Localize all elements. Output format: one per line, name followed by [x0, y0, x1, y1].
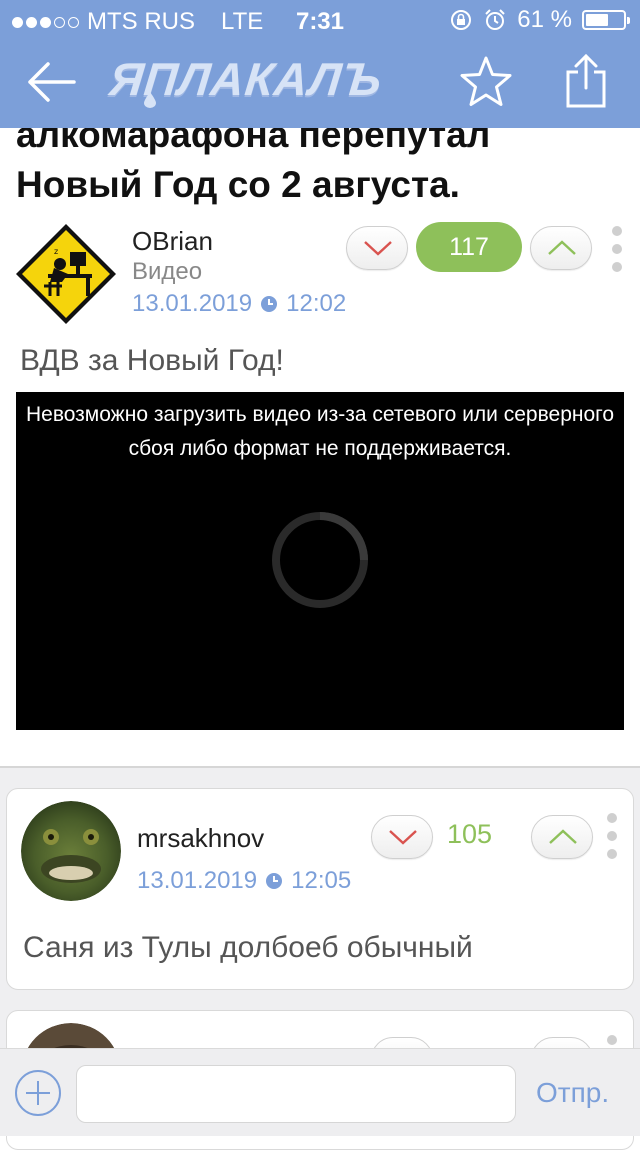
comment-upvote-button[interactable] [531, 815, 593, 859]
author-avatar[interactable]: z [14, 222, 118, 326]
comment-score: 105 [447, 819, 493, 849]
post-timestamp: 13.01.2019 12:02 [132, 290, 346, 318]
post-text: ВДВ за Новый Год! [20, 344, 284, 377]
post-header: z OBrian Видео 13.01.2019 12:02 117 [0, 218, 640, 328]
comment-time: 12:05 [291, 867, 352, 894]
comment-input[interactable] [76, 1065, 516, 1123]
share-icon[interactable] [562, 52, 610, 110]
more-options-icon[interactable] [612, 226, 622, 280]
battery-icon [582, 10, 630, 30]
comment-timestamp: 13.01.2019 12:05 [137, 867, 351, 895]
comment-more-options-icon[interactable] [607, 813, 617, 867]
video-error-message: Невозможно загрузить видео из-за сетевог… [25, 403, 615, 460]
chevron-down-icon [389, 830, 417, 845]
status-bar: MTS RUS LTE 7:31 61 % [0, 0, 640, 40]
comment-text: Саня из Тулы долбоеб обычный [23, 931, 473, 964]
comment-avatar[interactable] [21, 801, 121, 901]
post-time: 12:02 [286, 290, 347, 317]
send-button[interactable]: Отпр. [536, 1077, 609, 1109]
logo-drop-icon [144, 92, 156, 108]
comment-author[interactable]: mrsakhnov [137, 823, 264, 854]
back-arrow-icon[interactable] [26, 58, 78, 106]
clock-icon [266, 873, 283, 889]
star-icon[interactable] [458, 54, 514, 110]
add-attachment-icon[interactable] [14, 1069, 62, 1117]
comment-input-bar: Отпр. [0, 1048, 640, 1136]
post-author[interactable]: OBrian [132, 226, 213, 257]
chevron-down-icon [364, 241, 392, 256]
alarm-icon [485, 9, 506, 30]
comment-date: 13.01.2019 [137, 867, 258, 894]
battery-percent: 61 % [517, 6, 572, 33]
chevron-up-icon [549, 829, 577, 844]
comment-card: mrsakhnov 13.01.2019 12:05 105 Саня из Т… [6, 788, 634, 990]
loading-spinner-icon [272, 512, 368, 608]
top-bar: MTS RUS LTE 7:31 61 % ЯПЛАКАЛЪ [0, 0, 640, 128]
post-score: 117 [416, 222, 522, 272]
clock-icon [261, 296, 278, 312]
upvote-button[interactable] [530, 226, 592, 270]
comment-downvote-button[interactable] [371, 815, 433, 859]
post-date: 13.01.2019 [132, 290, 253, 317]
chevron-up-icon [548, 240, 576, 255]
svg-text:z: z [54, 247, 58, 256]
rotation-lock-icon [451, 10, 472, 30]
post-category[interactable]: Видео [132, 258, 202, 286]
downvote-button[interactable] [346, 226, 408, 270]
video-player[interactable]: Невозможно загрузить видео из-за сетевог… [16, 392, 624, 730]
